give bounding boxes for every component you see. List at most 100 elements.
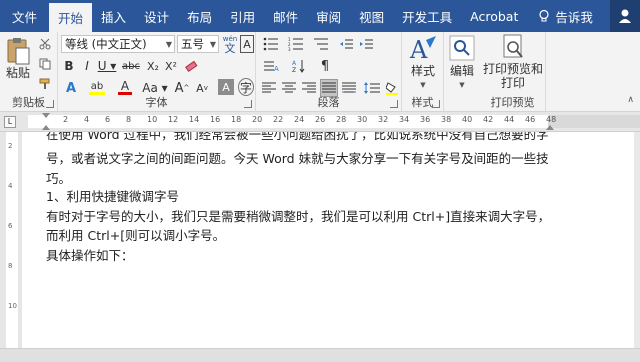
line-spacing-icon [364,82,380,94]
increase-indent-button[interactable] [358,35,376,53]
character-border-button[interactable]: A [240,35,254,53]
right-indent-marker[interactable] [546,125,554,130]
print-preview-button[interactable]: 打印预览和 打印 [482,34,544,90]
bullets-button[interactable] [260,35,282,53]
multilevel-list-icon [314,38,328,50]
doc-paragraph-line[interactable]: 有时对于字号的大小，我们只是需要稍微调整时，我们是可以利用 Ctrl+]直接来调… [46,206,550,225]
font-dialog-launcher[interactable] [244,100,252,108]
vertical-ruler-text-area [6,132,18,348]
editing-button-label: 编辑 [449,64,474,78]
print-preview-label-1: 打印预览和 [482,62,543,76]
ruler-number: 16 [210,115,221,124]
ruler-number: 28 [336,115,347,124]
ribbon-home: 粘贴 剪贴板 等线 (中文正文) ▼ 五号 ▼ wén 文 A B I U ▾ [0,32,640,112]
ruler-number: 30 [357,115,368,124]
ruler-number: 10 [147,115,158,124]
ruler-number: 24 [294,115,305,124]
show-hide-marks-button[interactable]: ¶ [316,57,334,75]
chinese-layout-icon: A [264,61,279,73]
tab-layout[interactable]: 布局 [178,0,221,32]
bulleted-list-icon [263,37,278,51]
first-line-indent-marker[interactable] [42,113,50,118]
user-account-button[interactable] [610,0,640,32]
tab-acrobat[interactable]: Acrobat [461,0,527,32]
multilevel-list-button[interactable] [310,35,332,53]
doc-paragraph-line[interactable]: 而利用 Ctrl+[则可以调小字号。 [46,225,225,244]
svg-text:A: A [292,60,297,67]
copy-button[interactable] [37,56,53,72]
doc-heading-line[interactable]: 1、利用快捷键微调字号 [46,186,179,205]
chinese-layout-button[interactable]: A [260,57,282,75]
document-canvas[interactable]: 在使用 Word 过程中，我们经常会被一些小问题给困扰了，比如说系统中没有自己想… [22,132,640,348]
horizontal-ruler[interactable]: L 2 4 6 8 10 12 14 16 18 20 22 24 26 28 30 32 34 36 38 40 42… [0,112,640,132]
decrease-indent-button[interactable] [338,35,356,53]
italic-button[interactable]: I [79,57,95,75]
bold-button[interactable]: B [61,57,77,75]
clipboard-dialog-launcher[interactable] [46,100,54,108]
tab-file[interactable]: 文件 [0,0,49,32]
svg-text:A: A [274,65,279,73]
styles-button[interactable]: A 样式 ▼ [404,34,442,92]
editing-button[interactable]: 编辑 ▼ [444,34,480,92]
chevron-down-icon: ▼ [459,81,465,89]
paste-label: 粘贴 [5,66,30,80]
align-center-icon [282,82,296,93]
font-name-value: 等线 (中文正文) [65,37,147,51]
strikethrough-button[interactable]: abc [120,57,142,75]
paragraph-dialog-launcher[interactable] [390,100,398,108]
tab-home[interactable]: 开始 [49,3,93,32]
tell-me-search[interactable]: 告诉我 [527,0,593,32]
tab-references[interactable]: 引用 [221,0,264,32]
doc-paragraph-line[interactable]: 巧。 [46,168,71,187]
group-font: 等线 (中文正文) ▼ 五号 ▼ wén 文 A B I U ▾ abc X₂ … [58,32,256,112]
ruler-number: 12 [168,115,179,124]
character-shading-button[interactable]: A [218,79,234,95]
vertical-ruler[interactable]: 2 4 6 8 10 [0,132,22,348]
tab-view[interactable]: 视图 [350,0,393,32]
paste-button[interactable]: 粘贴 [3,36,33,80]
pilcrow-icon: ¶ [320,58,330,74]
ruler-number: 34 [399,115,410,124]
tell-me-label: 告诉我 [555,9,593,25]
doc-paragraph-line[interactable]: 号，或者说文字之间的间距问题。今天 Word 妹就与大家分享一下有关字号及间距的… [46,148,549,167]
tab-selector[interactable]: L [4,116,16,128]
font-size-combo[interactable]: 五号 ▼ [177,35,219,53]
ruler-number: 32 [378,115,389,124]
styles-dialog-launcher[interactable] [432,100,440,108]
tab-review[interactable]: 审阅 [307,0,350,32]
tab-developer[interactable]: 开发工具 [393,0,461,32]
tab-mailings[interactable]: 邮件 [264,0,307,32]
cut-button[interactable] [37,36,53,52]
subscript-button[interactable]: X₂ [145,57,161,75]
chevron-down-icon: ▼ [420,81,426,89]
vertical-ruler-number: 2 [8,142,13,150]
underline-button[interactable]: U ▾ [97,57,117,75]
styles-button-label: 样式 [410,64,435,78]
justify-icon [322,82,336,93]
collapse-ribbon-icon[interactable]: ∧ [627,95,634,105]
numbering-button[interactable]: 123 [285,35,307,53]
tab-design[interactable]: 设计 [135,0,178,32]
print-preview-label-2: 打印 [500,76,525,90]
group-clipboard: 粘贴 剪贴板 [0,32,58,112]
sort-icon: AZ [292,60,305,73]
vertical-ruler-number: 6 [8,222,13,230]
superscript-button[interactable]: X² [163,57,179,75]
sort-button[interactable]: AZ [288,57,310,75]
bottom-scrollbar[interactable] [0,348,640,362]
svg-text:Z: Z [292,67,296,73]
font-name-combo[interactable]: 等线 (中文正文) ▼ [61,35,175,53]
ruler-number: 22 [273,115,284,124]
phonetic-guide-button[interactable]: wén 文 [222,34,238,54]
doc-paragraph-line[interactable]: 在使用 Word 过程中，我们经常会被一些小问题给困扰了，比如说系统中没有自己想… [46,132,549,143]
hanging-indent-marker[interactable] [42,125,50,130]
doc-paragraph-line[interactable]: 具体操作如下： [46,245,134,264]
clear-formatting-button[interactable] [183,57,199,75]
vertical-ruler-number: 4 [8,182,13,190]
document-page[interactable]: 在使用 Word 过程中，我们经常会被一些小问题给困扰了，比如说系统中没有自己想… [22,132,634,348]
tab-insert[interactable]: 插入 [92,0,135,32]
format-painter-button[interactable] [37,76,53,92]
increase-indent-icon [360,39,373,49]
vertical-ruler-number: 8 [8,262,13,270]
ruler-number: 42 [483,115,494,124]
